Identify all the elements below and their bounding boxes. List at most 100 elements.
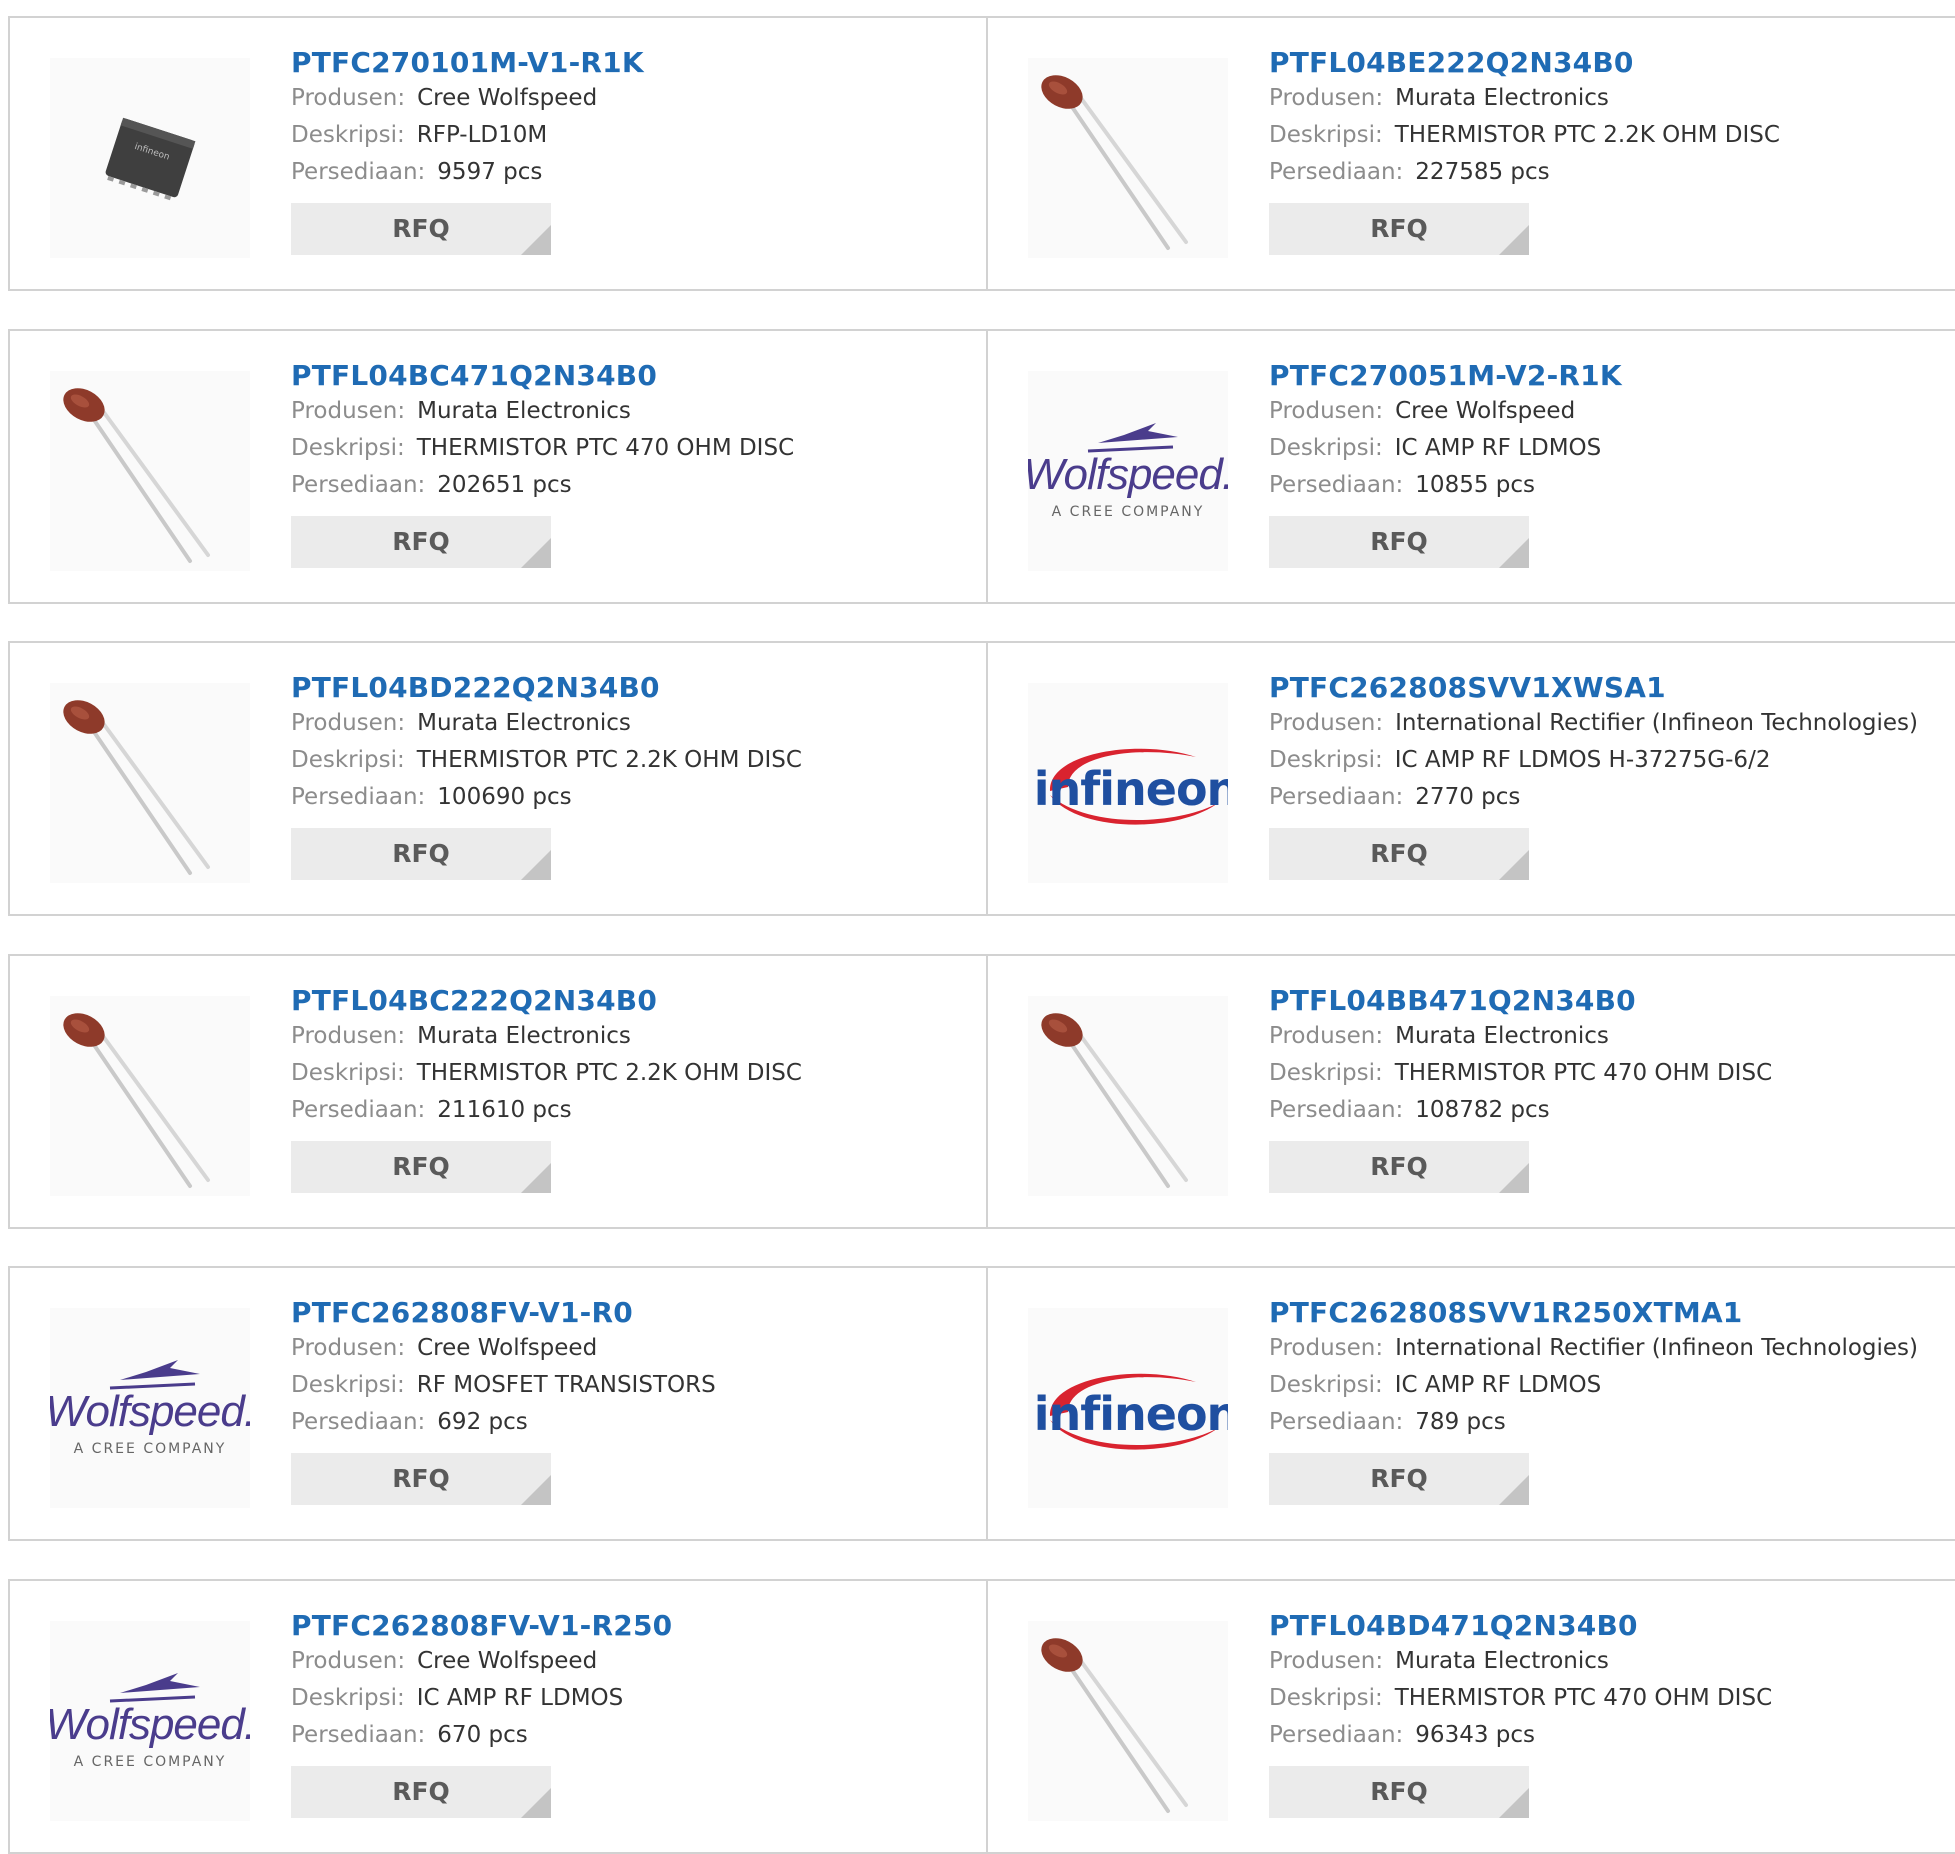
rfq-button[interactable]: RFQ bbox=[291, 516, 551, 568]
rfq-button[interactable]: RFQ bbox=[1269, 1453, 1529, 1505]
description-line: Deskripsi: THERMISTOR PTC 2.2K OHM DISC bbox=[291, 742, 971, 779]
infineon-logo: infineon bbox=[1034, 1373, 1228, 1450]
manufacturer-label: Produsen: bbox=[291, 398, 406, 424]
rfq-button-label: RFQ bbox=[392, 1777, 450, 1806]
stock-label: Persediaan: bbox=[291, 1722, 426, 1748]
stock-value: 10855 pcs bbox=[1415, 472, 1536, 498]
rfq-button[interactable]: RFQ bbox=[291, 203, 551, 255]
manufacturer-label: Produsen: bbox=[291, 1335, 406, 1361]
description-line: Deskripsi: IC AMP RF LDMOS bbox=[1269, 430, 1949, 467]
corner-triangle-icon bbox=[521, 538, 551, 568]
part-number-link[interactable]: PTFL04BD222Q2N34B0 bbox=[291, 671, 971, 705]
description-line: Deskripsi: THERMISTOR PTC 470 OHM DISC bbox=[1269, 1055, 1949, 1092]
part-number-link[interactable]: PTFL04BE222Q2N34B0 bbox=[1269, 46, 1949, 80]
product-image[interactable]: Wolfspeed. A CREE COMPANY bbox=[1028, 371, 1228, 571]
svg-text:A CREE COMPANY: A CREE COMPANY bbox=[74, 1754, 227, 1770]
product-row: infineon PTFC270101M-V1-R1K Produsen: Cre… bbox=[8, 16, 1955, 291]
rfq-button-label: RFQ bbox=[1370, 1777, 1428, 1806]
product-image[interactable] bbox=[50, 996, 250, 1196]
description-label: Deskripsi: bbox=[1269, 122, 1383, 148]
stock-label: Persediaan: bbox=[1269, 784, 1404, 810]
part-number-link[interactable]: PTFC262808SVV1R250XTMA1 bbox=[1269, 1296, 1949, 1330]
description-label: Deskripsi: bbox=[1269, 435, 1383, 461]
svg-text:Wolfspeed.: Wolfspeed. bbox=[50, 1700, 250, 1749]
part-number-link[interactable]: PTFC262808SVV1XWSA1 bbox=[1269, 671, 1949, 705]
rfq-button[interactable]: RFQ bbox=[291, 1453, 551, 1505]
rfq-button[interactable]: RFQ bbox=[291, 1766, 551, 1818]
product-image[interactable]: infineon bbox=[1028, 683, 1228, 883]
product-card: Wolfspeed. A CREE COMPANY PTFC270051M-V2-… bbox=[988, 331, 1955, 602]
manufacturer-line: Produsen: Murata Electronics bbox=[1269, 1018, 1949, 1055]
rfq-button-label: RFQ bbox=[392, 839, 450, 868]
thermistor-icon bbox=[1041, 75, 1188, 250]
description-value: THERMISTOR PTC 470 OHM DISC bbox=[1394, 1685, 1773, 1711]
part-number-link[interactable]: PTFL04BC222Q2N34B0 bbox=[291, 984, 971, 1018]
corner-triangle-icon bbox=[521, 1788, 551, 1818]
manufacturer-value: Cree Wolfspeed bbox=[417, 1648, 598, 1674]
product-info: PTFL04BE222Q2N34B0 Produsen: Murata Elect… bbox=[1269, 46, 1949, 255]
corner-triangle-icon bbox=[521, 850, 551, 880]
rfq-button[interactable]: RFQ bbox=[1269, 516, 1529, 568]
product-image[interactable]: infineon bbox=[1028, 1308, 1228, 1508]
description-line: Deskripsi: IC AMP RF LDMOS bbox=[291, 1680, 971, 1717]
product-image[interactable] bbox=[1028, 996, 1228, 1196]
rfq-button[interactable]: RFQ bbox=[1269, 203, 1529, 255]
rfq-button-label: RFQ bbox=[1370, 527, 1428, 556]
stock-value: 108782 pcs bbox=[1415, 1097, 1550, 1123]
corner-triangle-icon bbox=[1499, 1788, 1529, 1818]
corner-triangle-icon bbox=[521, 1475, 551, 1505]
product-card: infineon PTFC270101M-V1-R1K Produsen: Cre… bbox=[10, 18, 988, 289]
corner-triangle-icon bbox=[1499, 850, 1529, 880]
part-number-link[interactable]: PTFL04BC471Q2N34B0 bbox=[291, 359, 971, 393]
description-line: Deskripsi: IC AMP RF LDMOS H-37275G-6/2 bbox=[1269, 742, 1949, 779]
product-info: PTFL04BC222Q2N34B0 Produsen: Murata Elect… bbox=[291, 984, 971, 1193]
stock-label: Persediaan: bbox=[291, 472, 426, 498]
rfq-button[interactable]: RFQ bbox=[1269, 1141, 1529, 1193]
corner-triangle-icon bbox=[1499, 225, 1529, 255]
product-image[interactable] bbox=[50, 371, 250, 571]
stock-line: Persediaan: 108782 pcs bbox=[1269, 1092, 1949, 1129]
manufacturer-value: Cree Wolfspeed bbox=[1395, 398, 1576, 424]
description-label: Deskripsi: bbox=[291, 122, 405, 148]
part-number-link[interactable]: PTFC262808FV-V1-R250 bbox=[291, 1609, 971, 1643]
stock-value: 202651 pcs bbox=[437, 472, 572, 498]
part-number-link[interactable]: PTFC270051M-V2-R1K bbox=[1269, 359, 1949, 393]
wolfspeed-logo: Wolfspeed. A CREE COMPANY bbox=[1028, 423, 1228, 520]
product-image[interactable] bbox=[50, 683, 250, 883]
manufacturer-value: Murata Electronics bbox=[1395, 1648, 1609, 1674]
manufacturer-label: Produsen: bbox=[1269, 85, 1384, 111]
svg-text:Wolfspeed.: Wolfspeed. bbox=[1028, 450, 1228, 499]
manufacturer-label: Produsen: bbox=[291, 1648, 406, 1674]
description-value: THERMISTOR PTC 2.2K OHM DISC bbox=[416, 1060, 802, 1086]
manufacturer-label: Produsen: bbox=[291, 1023, 406, 1049]
product-image[interactable] bbox=[1028, 1621, 1228, 1821]
manufacturer-label: Produsen: bbox=[1269, 1335, 1384, 1361]
svg-text:infineon: infineon bbox=[1034, 762, 1228, 816]
product-image[interactable]: infineon bbox=[50, 58, 250, 258]
product-image[interactable] bbox=[1028, 58, 1228, 258]
description-value: RFP-LD10M bbox=[416, 122, 548, 148]
product-info: PTFC262808SVV1R250XTMA1 Produsen: Interna… bbox=[1269, 1296, 1949, 1505]
stock-label: Persediaan: bbox=[291, 1097, 426, 1123]
description-value: IC AMP RF LDMOS H-37275G-6/2 bbox=[1394, 747, 1771, 773]
part-number-link[interactable]: PTFL04BD471Q2N34B0 bbox=[1269, 1609, 1949, 1643]
part-number-link[interactable]: PTFC270101M-V1-R1K bbox=[291, 46, 971, 80]
rfq-button[interactable]: RFQ bbox=[1269, 1766, 1529, 1818]
product-card: PTFL04BC471Q2N34B0 Produsen: Murata Elect… bbox=[10, 331, 988, 602]
part-number-link[interactable]: PTFL04BB471Q2N34B0 bbox=[1269, 984, 1949, 1018]
manufacturer-value: Cree Wolfspeed bbox=[417, 1335, 598, 1361]
part-number-link[interactable]: PTFC262808FV-V1-R0 bbox=[291, 1296, 971, 1330]
description-label: Deskripsi: bbox=[1269, 747, 1383, 773]
product-info: PTFL04BB471Q2N34B0 Produsen: Murata Elect… bbox=[1269, 984, 1949, 1193]
product-image[interactable]: Wolfspeed. A CREE COMPANY bbox=[50, 1308, 250, 1508]
product-card: Wolfspeed. A CREE COMPANY PTFC262808FV-V1… bbox=[10, 1581, 988, 1852]
description-label: Deskripsi: bbox=[1269, 1372, 1383, 1398]
rfq-button[interactable]: RFQ bbox=[291, 828, 551, 880]
rfq-button[interactable]: RFQ bbox=[291, 1141, 551, 1193]
rfq-button[interactable]: RFQ bbox=[1269, 828, 1529, 880]
product-row: Wolfspeed. A CREE COMPANY PTFC262808FV-V1… bbox=[8, 1579, 1955, 1854]
product-image[interactable]: Wolfspeed. A CREE COMPANY bbox=[50, 1621, 250, 1821]
product-info: PTFC262808FV-V1-R0 Produsen: Cree Wolfspe… bbox=[291, 1296, 971, 1505]
manufacturer-line: Produsen: Murata Electronics bbox=[1269, 80, 1949, 117]
stock-label: Persediaan: bbox=[1269, 1722, 1404, 1748]
